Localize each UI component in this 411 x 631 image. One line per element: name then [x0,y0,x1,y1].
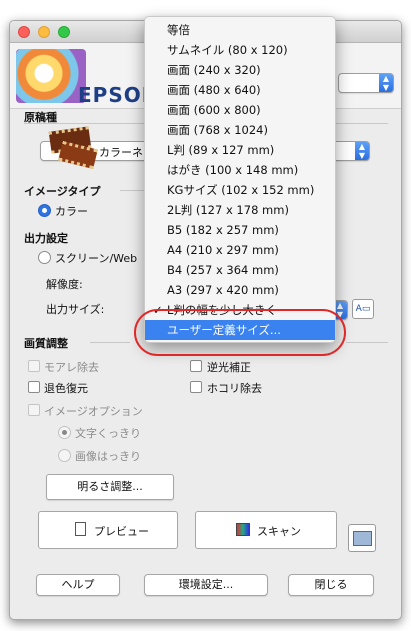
menu-item-kg-size[interactable]: KGサイズ (102 x 152 mm) [145,180,335,200]
output-settings-label: 出力設定 [24,232,68,245]
image-option-checkbox[interactable] [28,404,40,416]
minimize-window-button[interactable] [38,26,50,38]
section-divider [120,190,144,191]
menu-item-screen-240[interactable]: 画面 (240 x 320) [145,60,335,80]
moire-label: モアレ除去 [44,361,99,374]
menu-item-postcard[interactable]: はがき (100 x 148 mm) [145,160,335,180]
text-sharp-radio[interactable] [58,426,71,439]
screen-web-label: スクリーン/Web [55,252,138,265]
section-divider [90,342,130,343]
document-icon [75,522,86,536]
close-window-button[interactable] [18,26,30,38]
folder-icon [353,531,372,546]
folder-settings-button[interactable] [348,524,376,552]
preview-button[interactable]: プレビュー [38,511,178,549]
backlight-checkbox[interactable] [190,360,202,372]
film-strip-icon [48,126,98,170]
menu-item-b4[interactable]: B4 (257 x 364 mm) [145,260,335,280]
image-type-label: イメージタイプ [24,185,101,198]
chevron-updown-icon: ▲ ▼ [355,142,369,160]
preview-label: プレビュー [94,525,149,538]
color-radio[interactable] [38,204,51,217]
text-sharp-label: 文字くっきり [75,427,141,440]
close-button[interactable]: 閉じる [288,574,374,596]
color-restore-checkbox[interactable] [28,381,40,393]
menu-item-1x[interactable]: 等倍 [145,20,335,40]
adjustments-label: 画質調整 [24,337,68,350]
menu-item-thumbnail[interactable]: サムネイル (80 x 120) [145,40,335,60]
image-sharp-label: 画像はっきり [75,450,141,463]
backlight-label: 逆光補正 [207,361,251,374]
menu-item-b5[interactable]: B5 (182 x 257 mm) [145,220,335,240]
menu-item-screen-768[interactable]: 画面 (768 x 1024) [145,120,335,140]
epson-logo-art [16,49,86,103]
color-radio-label: カラー [55,205,88,218]
scan-button[interactable]: スキャン [195,511,337,549]
preferences-button[interactable]: 環境設定... [144,574,268,596]
output-size-label: 出力サイズ: [46,303,105,316]
scan-label: スキャン [257,525,301,538]
menu-item-screen-600[interactable]: 画面 (600 x 800) [145,100,335,120]
chevron-updown-icon: ▲ ▼ [379,74,393,92]
menu-item-a3[interactable]: A3 (297 x 420 mm) [145,280,335,300]
dust-removal-label: ホコリ除去 [207,382,262,395]
zoom-window-button[interactable] [58,26,70,38]
menu-item-l-size[interactable]: L判 (89 x 127 mm) [145,140,335,160]
image-sharp-radio[interactable] [58,449,71,462]
image-option-label: イメージオプション [44,405,143,418]
menu-item-screen-480[interactable]: 画面 (480 x 640) [145,80,335,100]
menu-item-a4[interactable]: A4 (210 x 297 mm) [145,240,335,260]
resolution-label: 解像度: [46,278,83,291]
help-button[interactable]: ヘルプ [36,574,120,596]
highlight-ring [134,309,346,356]
color-restore-label: 退色復元 [44,382,88,395]
document-type-value: カラーネ [99,146,143,159]
moire-checkbox[interactable] [28,360,40,372]
screen-web-radio[interactable] [38,251,51,264]
brightness-button[interactable]: 明るさ調整... [46,474,174,500]
section-divider [346,342,388,343]
dust-removal-checkbox[interactable] [190,381,202,393]
size-settings-icon[interactable]: A▭ [352,299,374,319]
scan-icon [236,523,250,536]
mode-select[interactable]: ▲ ▼ [338,73,394,93]
menu-item-2l-size[interactable]: 2L判 (127 x 178 mm) [145,200,335,220]
output-size-menu: 等倍 サムネイル (80 x 120) 画面 (240 x 320) 画面 (4… [144,16,336,343]
